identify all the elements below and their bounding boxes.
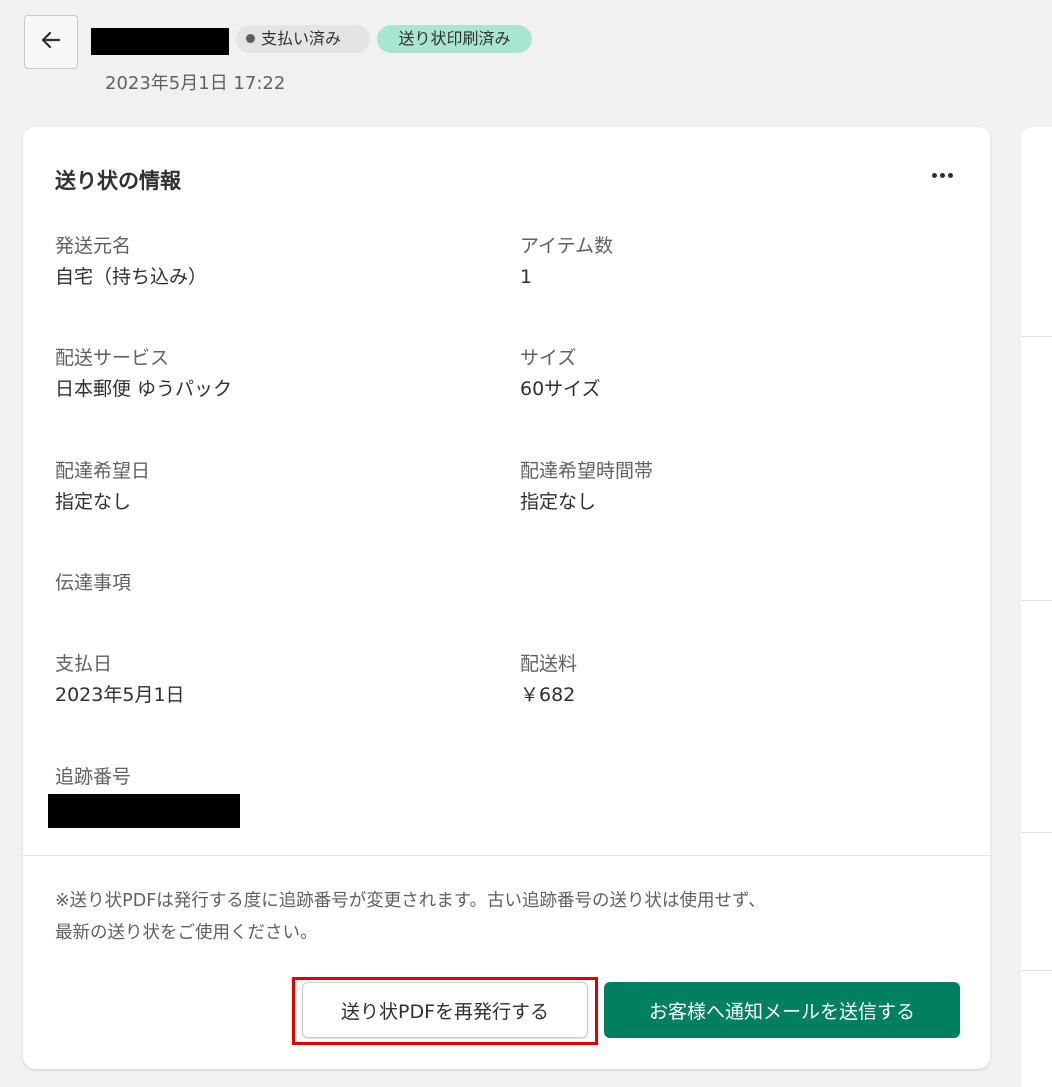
field-label: 配送料 <box>520 653 578 675</box>
reissue-note: ※送り状PDFは発行する度に追跡番号が変更されます。古い追跡番号の送り状は使用せ… <box>55 885 955 949</box>
field-label: 配送サービス <box>55 347 170 369</box>
side-panel <box>1021 127 1052 1087</box>
field-sender-name: 発送元名 自宅（持ち込み） <box>55 233 207 290</box>
reissue-pdf-button[interactable]: 送り状PDFを再発行する <box>302 982 588 1038</box>
side-divider <box>1021 336 1052 337</box>
field-label: アイテム数 <box>520 235 614 257</box>
send-notification-button[interactable]: お客様へ通知メールを送信する <box>604 982 960 1038</box>
field-shipping-fee: 配送料 ￥682 <box>520 651 577 708</box>
field-value: 指定なし <box>520 491 597 513</box>
side-divider <box>1021 970 1052 971</box>
arrow-left-icon <box>39 28 63 56</box>
back-button[interactable] <box>24 15 78 69</box>
status-badge-label-printed: 送り状印刷済み <box>377 25 532 53</box>
field-label: 発送元名 <box>55 235 132 257</box>
field-label: 支払日 <box>55 653 113 675</box>
order-date: 2023年5月1日 17:22 <box>105 73 286 94</box>
side-divider <box>1021 600 1052 601</box>
more-horizontal-icon <box>931 172 937 178</box>
field-value: 指定なし <box>55 491 132 513</box>
field-size: サイズ 60サイズ <box>520 345 601 402</box>
field-value: 60サイズ <box>520 378 601 400</box>
field-shipping-service: 配送サービス 日本郵便 ゆうパック <box>55 345 232 402</box>
field-label: 伝達事項 <box>55 572 132 594</box>
shipping-label-card: 送り状の情報 発送元名 自宅（持ち込み） アイテム数 1 配送サービス 日本郵便… <box>23 127 990 1069</box>
field-delivery-time: 配達希望時間帯 指定なし <box>520 458 653 515</box>
field-label: サイズ <box>520 347 577 369</box>
field-message: 伝達事項 <box>55 570 131 596</box>
status-dot-icon <box>246 34 255 43</box>
status-badge-paid: 支払い済み <box>236 25 370 53</box>
field-value: 自宅（持ち込み） <box>55 266 208 288</box>
field-label: 追跡番号 <box>55 766 132 788</box>
card-divider <box>23 855 990 856</box>
field-value: 日本郵便 ゆうパック <box>55 378 233 400</box>
more-actions-button[interactable] <box>925 163 959 187</box>
field-delivery-date: 配達希望日 指定なし <box>55 458 150 515</box>
card-title: 送り状の情報 <box>55 169 181 193</box>
redacted-tracking-number <box>48 794 240 828</box>
field-label: 配達希望日 <box>55 460 151 482</box>
field-value: 1 <box>520 266 533 288</box>
field-item-count: アイテム数 1 <box>520 233 613 290</box>
note-line: ※送り状PDFは発行する度に追跡番号が変更されます。古い追跡番号の送り状は使用せ… <box>55 891 766 911</box>
note-line: 最新の送り状をご使用ください。 <box>55 923 318 943</box>
field-value: 2023年5月1日 <box>55 684 185 706</box>
field-payment-date: 支払日 2023年5月1日 <box>55 651 185 708</box>
side-divider <box>1021 832 1052 833</box>
field-value: ￥682 <box>520 684 576 706</box>
field-label: 配達希望時間帯 <box>520 460 654 482</box>
redacted-order-name <box>91 28 229 55</box>
field-tracking-number: 追跡番号 <box>55 764 131 790</box>
